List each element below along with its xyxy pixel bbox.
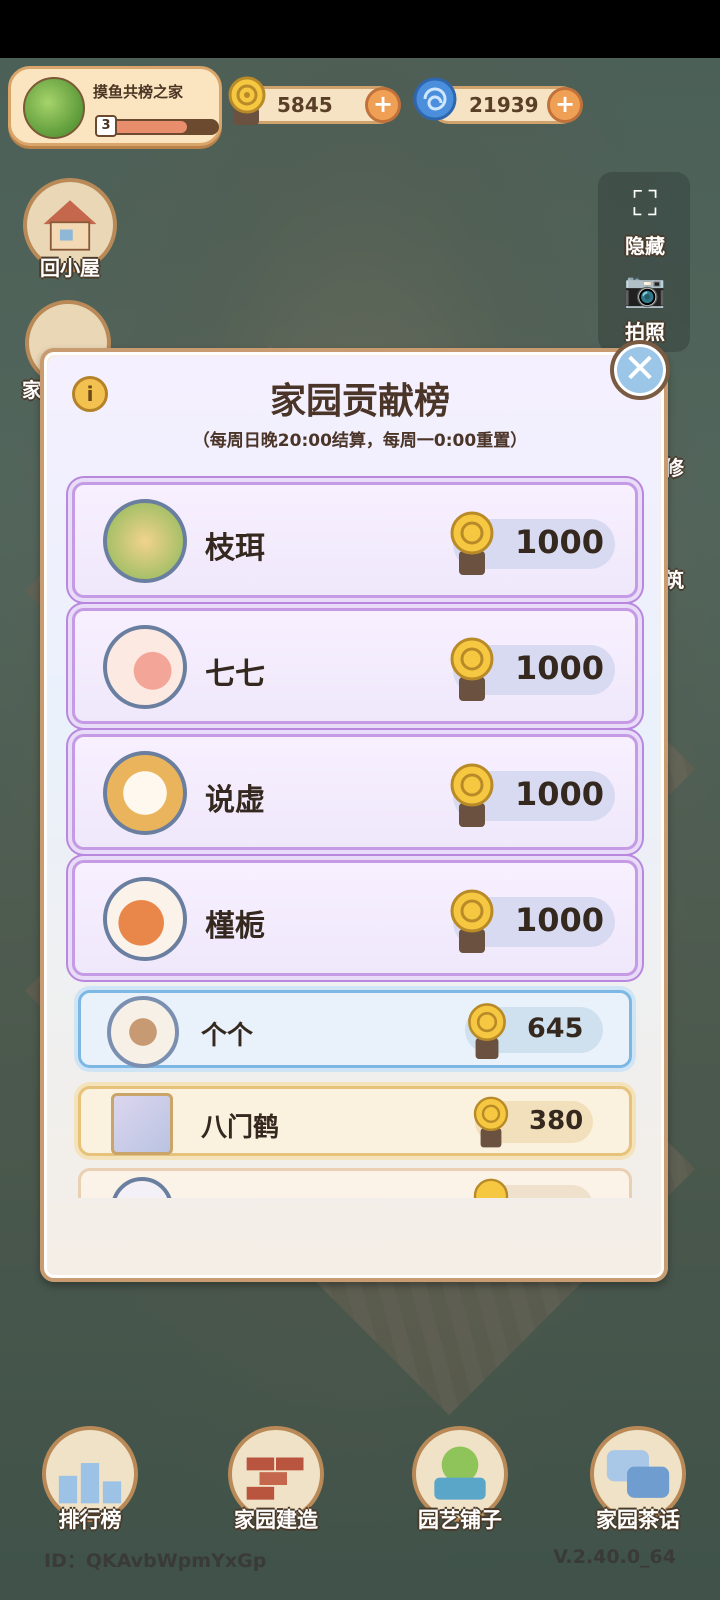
camera-icon: 📷 [623,270,667,310]
nav-home-chat[interactable]: 家园茶话 [578,1426,698,1534]
avatar-snail [103,625,187,709]
level-progress-fill [111,121,187,133]
avatar-fox [103,877,187,961]
member-name: 槿栀 [205,909,265,944]
ranking-row[interactable]: 个个 645 [78,990,632,1068]
nav-home-build-label: 家园建造 [234,1508,318,1532]
close-button[interactable]: ✕ [610,340,670,400]
member-score: 645 [527,1013,584,1044]
member-score: 1000 [515,523,605,561]
spiral-gem-icon [413,77,457,121]
snail-currency: 5845 + [228,76,401,125]
member-score: 1000 [515,901,605,939]
golden-snail-icon [450,637,494,701]
add-spiral-button[interactable]: + [547,87,583,123]
member-name: 枝珥 [205,531,265,566]
nav-garden-shop[interactable]: 园艺铺子 [400,1426,520,1534]
frame-corners-icon: ⛶ [633,184,657,224]
member-name: 说虚 [205,783,265,818]
nav-leaderboard[interactable]: 排行榜 [30,1426,150,1534]
member-name: 八门鹤 [201,1113,280,1143]
nav-garden-shop-label: 园艺铺子 [418,1508,502,1532]
member-score: 1000 [515,649,605,687]
hide-button[interactable]: ⛶ 隐藏 [608,184,682,259]
golden-snail-icon [473,1096,509,1148]
ranking-row[interactable]: 槿栀 1000 [72,860,638,976]
ranking-row[interactable]: 说虚 1000 [72,734,638,850]
level-progress-bar [109,119,219,135]
ranking-row[interactable]: 八门鹤 380 [78,1086,632,1156]
member-name: 七七 [205,657,265,692]
hide-label: 隐藏 [625,234,665,258]
spiral-currency-value: 21939 [469,93,539,117]
golden-snail-icon [450,763,494,827]
nav-home-chat-label: 家园茶话 [596,1508,680,1532]
ranking-row[interactable] [78,1168,632,1198]
plant-icon [23,77,85,139]
ranking-row[interactable]: 七七 1000 [72,608,638,724]
avatar-cat [111,1093,173,1155]
player-id: ID：QKAvbWpmYxGp [44,1550,267,1572]
avatar-partial [111,1177,173,1198]
nav-leaderboard-label: 排行榜 [58,1508,122,1532]
home-name: 摸鱼共榜之家 [93,83,184,101]
avatar-bunny [103,751,187,835]
golden-snail-icon [450,889,494,953]
avatar-deer [103,499,187,583]
member-score: 380 [529,1106,584,1136]
spiral-currency: 21939 + [413,77,583,124]
ranking-list[interactable]: 枝珥 1000 七七 1000 说虚 1000 槿栀 1000 个个 645 八… [66,468,646,1198]
golden-snail-icon [228,76,266,125]
back-home-button[interactable]: 回小屋 [20,178,120,281]
ranking-row[interactable]: 枝珥 1000 [72,482,638,598]
level-number: 3 [95,115,117,137]
nav-home-build[interactable]: 家园建造 [216,1426,336,1534]
golden-snail-icon [450,511,494,575]
snail-currency-value: 5845 [277,93,333,117]
member-name: 个个 [201,1021,254,1051]
golden-snail-icon [473,1178,509,1198]
home-badge[interactable]: 摸鱼共榜之家 3 [8,66,222,146]
member-score: 1000 [515,775,605,813]
version-text: V.2.40.0_64 [553,1546,676,1568]
avatar-bear [107,996,179,1068]
golden-snail-icon [468,1003,506,1060]
photo-button[interactable]: 📷 拍照 [608,270,682,345]
add-snail-button[interactable]: + [365,87,401,123]
dialog-subtitle: （每周日晚20:00结算，每周一0:00重置） [192,431,528,451]
